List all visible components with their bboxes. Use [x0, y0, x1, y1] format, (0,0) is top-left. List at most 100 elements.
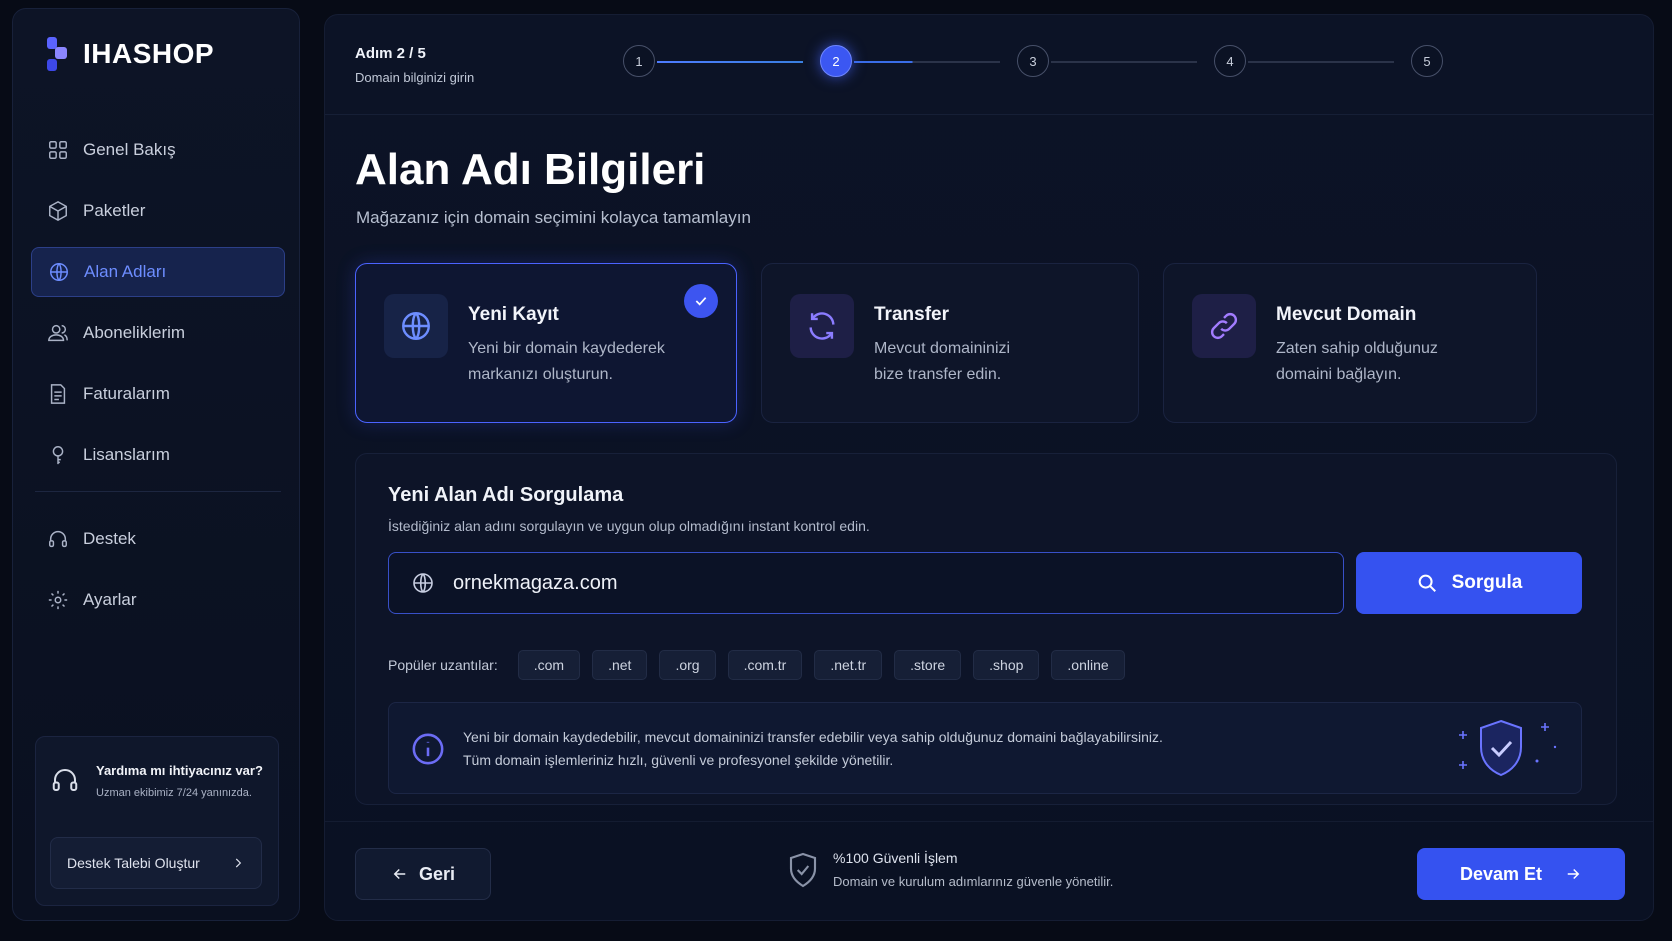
option-description: Mevcut domaininizi bize transfer edin. — [874, 340, 1011, 383]
sidebar-item-ayarlar[interactable]: Ayarlar — [31, 575, 285, 625]
option-card-transfer[interactable]: Transfer Mevcut domaininizi bize transfe… — [761, 263, 1139, 423]
sidebar-item-label: Ayarlar — [83, 590, 137, 609]
create-support-ticket-button[interactable]: Destek Talebi Oluştur — [50, 837, 262, 889]
option-title: Mevcut Domain — [1276, 304, 1417, 325]
sidebar-divider — [35, 491, 281, 492]
sidebar: IHASHOP Genel Bakış Paketler Alan Adları… — [12, 8, 300, 921]
step-description: Domain bilginizi girin — [355, 70, 475, 85]
headset-icon — [50, 765, 80, 795]
step-1[interactable]: 1 — [623, 45, 655, 77]
brand-logo-icon — [43, 35, 69, 73]
secure-transaction-note: %100 Güvenli İşlem Domain ve kurulum adı… — [787, 850, 1113, 889]
sidebar-item-label: Paketler — [83, 201, 146, 220]
step-connector — [854, 61, 1000, 63]
extension-chip[interactable]: .net.tr — [814, 650, 883, 680]
gear-icon — [48, 590, 68, 610]
extension-chip[interactable]: .store — [894, 650, 962, 680]
option-title: Yeni Kayıt — [468, 304, 559, 325]
info-box: Yeni bir domain kaydedebilir, mevcut dom… — [388, 702, 1582, 794]
wizard-footer: Geri %100 Güvenli İşlem Domain ve kurulu… — [325, 821, 1653, 921]
query-button[interactable]: Sorgula — [1356, 552, 1582, 614]
box-icon — [49, 200, 67, 222]
step-connector — [1051, 61, 1197, 63]
continue-button-label: Devam Et — [1459, 863, 1543, 884]
extension-chip[interactable]: .online — [1051, 650, 1125, 680]
shield-check-icon — [789, 852, 817, 887]
sidebar-item-label: Alan Adları — [84, 262, 167, 281]
query-title: Yeni Alan Adı Sorgulama — [388, 484, 624, 506]
extensions-label: Popüler uzantılar: — [388, 657, 498, 673]
step-5[interactable]: 5 — [1411, 45, 1443, 77]
sidebar-nav: Genel Bakış Paketler Alan Adları Aboneli… — [31, 125, 285, 636]
step-connector — [657, 61, 803, 63]
help-card: Yardıma mı ihtiyacınız var? Uzman ekibim… — [35, 736, 279, 906]
headset-icon — [49, 531, 67, 548]
sidebar-item-label: Genel Bakış — [83, 140, 176, 159]
globe-icon — [50, 263, 68, 281]
check-icon — [684, 284, 718, 318]
brand[interactable]: IHASHOP — [43, 35, 214, 73]
sidebar-item-aboneliklerim[interactable]: Aboneliklerim — [31, 308, 285, 358]
extension-chip[interactable]: .org — [659, 650, 716, 680]
option-description: Zaten sahip olduğunuz domaini bağlayın. — [1276, 340, 1438, 383]
search-icon — [1418, 574, 1436, 592]
secure-subtitle: Domain ve kurulum adımlarınız güvenle yö… — [833, 874, 1114, 889]
stepper: 1 2 3 4 5 — [623, 45, 1443, 79]
step-counter: Adım 2 / 5 — [355, 45, 426, 62]
main-panel: Adım 2 / 5 Domain bilginizi girin 1 2 3 … — [324, 14, 1654, 921]
domain-input-value[interactable]: ornekmagaza.com — [453, 572, 618, 595]
extension-chip[interactable]: .com.tr — [727, 650, 803, 680]
continue-button[interactable]: Devam Et — [1417, 848, 1625, 900]
domain-query-panel: Yeni Alan Adı Sorgulama İstediğiniz alan… — [355, 453, 1617, 805]
arrow-right-icon — [1567, 868, 1580, 880]
query-subtitle: İstediğiniz alan adını sorgulayın ve uyg… — [388, 518, 870, 534]
sidebar-item-paketler[interactable]: Paketler — [31, 186, 285, 236]
users-icon — [48, 324, 68, 342]
step-4[interactable]: 4 — [1214, 45, 1246, 77]
extension-chip[interactable]: .net — [592, 650, 648, 680]
sidebar-item-destek[interactable]: Destek — [31, 514, 285, 564]
step-connector — [1248, 61, 1394, 63]
option-card-existing-domain[interactable]: Mevcut Domain Zaten sahip olduğunuz doma… — [1163, 263, 1537, 423]
arrow-left-icon — [393, 868, 406, 880]
sidebar-item-label: Lisanslarım — [83, 445, 170, 464]
page-subtitle: Mağazanız için domain seçimini kolayca t… — [356, 208, 751, 227]
step-3[interactable]: 3 — [1017, 45, 1049, 77]
help-button-label: Destek Talebi Oluştur — [67, 855, 200, 871]
step-2[interactable]: 2 — [820, 45, 852, 77]
key-icon — [52, 446, 64, 465]
globe-icon — [413, 573, 433, 593]
info-text: Tüm domain işlemleriniz hızlı, güvenli v… — [463, 752, 894, 768]
extension-chip[interactable]: .shop — [973, 650, 1040, 680]
query-button-label: Sorgula — [1451, 572, 1523, 593]
help-title: Yardıma mı ihtiyacınız var? — [96, 763, 263, 778]
invoice-icon — [50, 384, 66, 404]
back-button[interactable]: Geri — [355, 848, 491, 900]
sidebar-item-alan-adlari[interactable]: Alan Adları — [31, 247, 285, 297]
link-icon — [1192, 294, 1256, 358]
chevron-right-icon — [235, 858, 242, 868]
domain-search-input[interactable]: ornekmagaza.com — [388, 552, 1344, 614]
sidebar-item-label: Destek — [83, 529, 136, 548]
sidebar-item-label: Faturalarım — [83, 384, 170, 403]
extension-chip[interactable]: .com — [517, 650, 581, 680]
info-icon — [411, 732, 445, 766]
option-title: Transfer — [874, 304, 949, 325]
secure-title: %100 Güvenli İşlem — [833, 850, 958, 866]
help-subtitle: Uzman ekibimiz 7/24 yanınızda. — [96, 787, 252, 799]
refresh-icon — [790, 294, 854, 358]
info-text: Yeni bir domain kaydedebilir, mevcut dom… — [463, 729, 1163, 745]
grid-icon — [49, 141, 67, 159]
sidebar-item-faturalarim[interactable]: Faturalarım — [31, 369, 285, 419]
brand-name: IHASHOP — [83, 38, 215, 69]
sidebar-item-label: Aboneliklerim — [83, 323, 186, 342]
shield-check-icon — [1459, 719, 1557, 777]
sidebar-item-genel-bakis[interactable]: Genel Bakış — [31, 125, 285, 175]
sidebar-item-lisanslarim[interactable]: Lisanslarım — [31, 430, 285, 480]
option-description: Yeni bir domain kaydederek markanızı olu… — [468, 340, 665, 383]
globe-icon — [384, 294, 448, 358]
popular-extensions: Popüler uzantılar: .com .net .org .com.t… — [388, 650, 1125, 680]
back-button-label: Geri — [418, 863, 456, 884]
stepper-header: Adım 2 / 5 Domain bilginizi girin 1 2 3 … — [325, 15, 1653, 115]
option-card-new-registration[interactable]: Yeni Kayıt Yeni bir domain kaydederek ma… — [355, 263, 737, 423]
